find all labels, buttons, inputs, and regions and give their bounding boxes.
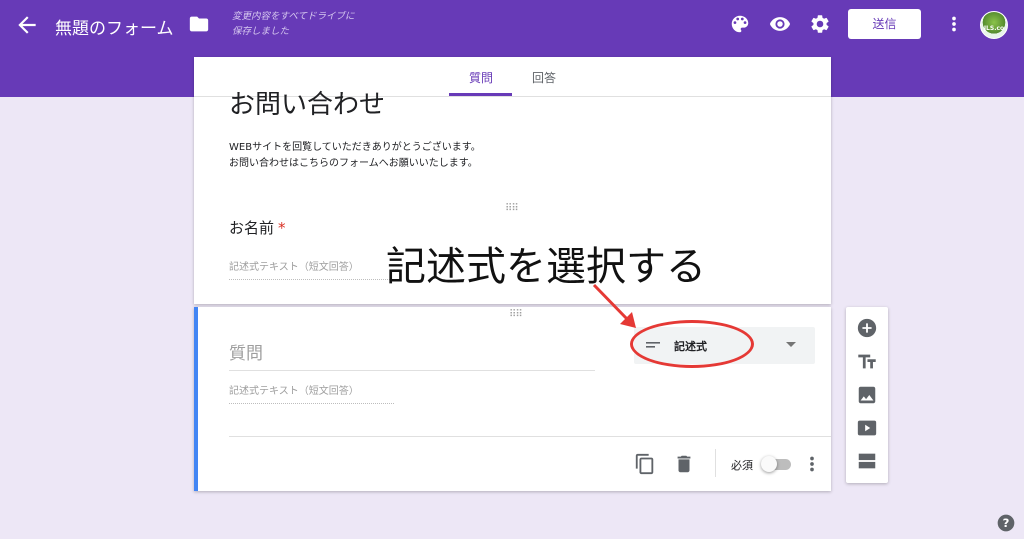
question-label-text: お名前 — [229, 219, 275, 237]
question-title-input[interactable]: 質問 — [229, 339, 595, 371]
side-toolbar — [846, 307, 888, 483]
add-question-icon[interactable] — [856, 317, 878, 339]
divider — [715, 449, 716, 477]
trash-icon[interactable] — [673, 453, 695, 475]
more-vert-icon[interactable] — [943, 13, 965, 35]
form-description-line1: WEBサイトを回覧していただきありがとうございます。 — [229, 142, 481, 153]
save-status-line1: 変更内容をすべてドライブに — [232, 11, 355, 22]
tab-questions[interactable]: 質問 — [469, 69, 493, 86]
form-title[interactable]: お問い合わせ — [229, 84, 385, 121]
form-description-line2: お問い合わせはこちらのフォームへお願いいたします。 — [229, 158, 478, 169]
save-status-line2: 保存しました — [232, 26, 290, 37]
palette-icon[interactable] — [729, 13, 751, 35]
svg-text:?: ? — [1003, 516, 1010, 530]
toggle-knob — [761, 456, 777, 472]
annotation-text: 記述式を選択する — [386, 244, 706, 290]
divider — [229, 436, 831, 437]
avatar-text: JLS.co — [983, 25, 1005, 32]
folder-icon[interactable] — [188, 13, 210, 35]
add-section-icon[interactable] — [856, 450, 878, 472]
eye-icon[interactable] — [769, 13, 791, 35]
form-description[interactable]: WEBサイトを回覧していただきありがとうございます。 お問い合わせはこちらのフォ… — [229, 140, 481, 172]
add-title-icon[interactable] — [856, 351, 878, 373]
annotation-arrow-icon — [592, 283, 636, 328]
dropdown-arrow-icon — [786, 342, 796, 347]
back-arrow-icon[interactable] — [14, 12, 40, 38]
required-label: 必須 — [731, 459, 753, 472]
drag-handle-icon[interactable]: ⠿⠿ — [505, 203, 519, 214]
save-status: 変更内容をすべてドライブに 保存しました — [232, 9, 382, 39]
drag-handle-icon[interactable]: ⠿⠿ — [509, 309, 523, 320]
tab-responses[interactable]: 回答 — [532, 69, 556, 86]
header-row: 無題のフォーム 変更内容をすべてドライブに 保存しました 送信 JLS.co — [0, 0, 1024, 50]
gear-icon[interactable] — [809, 13, 831, 35]
question-label-name[interactable]: お名前 * — [229, 217, 286, 238]
more-vert-icon[interactable] — [801, 453, 823, 475]
avatar[interactable]: JLS.co — [980, 11, 1008, 39]
send-button[interactable]: 送信 — [848, 9, 921, 39]
short-answer-placeholder: 記述式テキスト（短文回答） — [229, 258, 394, 280]
annotation-highlight — [630, 320, 754, 368]
add-image-icon[interactable] — [856, 384, 878, 406]
short-answer-placeholder: 記述式テキスト（短文回答） — [229, 382, 394, 404]
required-asterisk: * — [278, 219, 286, 237]
active-tab-indicator — [449, 93, 512, 96]
duplicate-icon[interactable] — [634, 453, 656, 475]
help-icon[interactable]: ? — [996, 513, 1016, 533]
add-video-icon[interactable] — [856, 417, 878, 439]
form-name[interactable]: 無題のフォーム — [55, 14, 174, 39]
required-toggle[interactable] — [761, 456, 793, 472]
